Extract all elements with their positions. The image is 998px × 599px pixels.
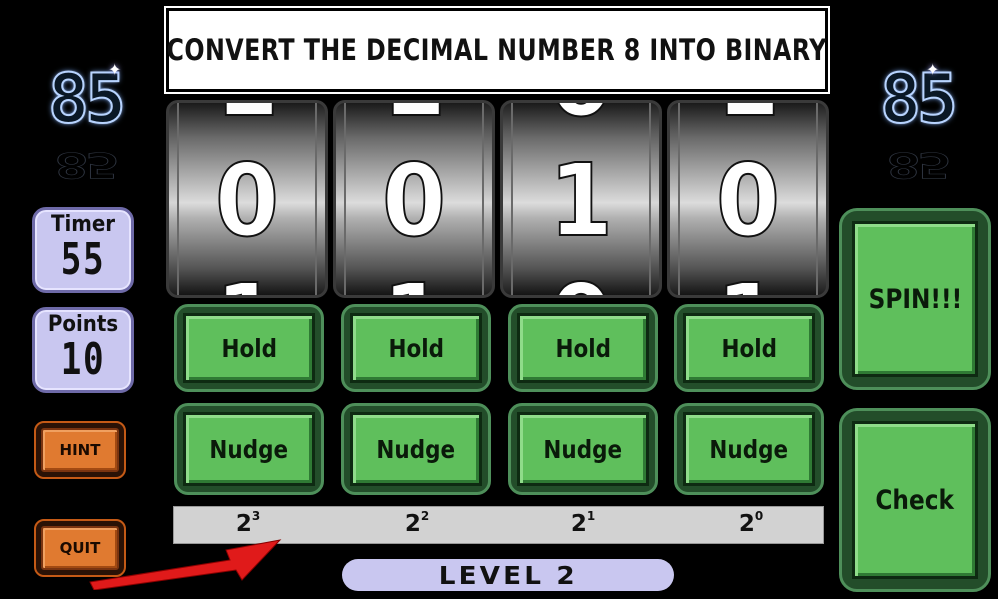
reel-digit-above: 0 [518, 103, 643, 132]
score-left-reflection: 85 [54, 144, 117, 186]
reel-2[interactable]: 1 0 1 [333, 100, 495, 298]
points-value: 10 [60, 334, 106, 385]
hint-label: HINT [41, 428, 119, 472]
reel-digit-above: 1 [184, 103, 309, 132]
check-button[interactable]: Check [839, 408, 991, 592]
reel-digit: 0 [715, 142, 781, 259]
reel-digit-below: 1 [685, 270, 810, 296]
score-display-left: 85 85 ✦ [30, 60, 140, 186]
score-right-reflection: 85 [886, 144, 949, 186]
hold-button-1[interactable]: Hold [174, 304, 324, 392]
hold-button-4[interactable]: Hold [674, 304, 824, 392]
nudge-button-4[interactable]: Nudge [674, 403, 824, 495]
timer-value: 55 [60, 234, 106, 285]
reel-digit-below: 1 [351, 270, 476, 296]
reel-digit-above: 1 [685, 103, 810, 132]
score-display-right: 85 85 ✦ [862, 60, 972, 186]
hold-label: Hold [388, 333, 444, 363]
nudge-button-2[interactable]: Nudge [341, 403, 491, 495]
reel-1[interactable]: 1 0 1 [166, 100, 328, 298]
place-value-4: 22 [404, 509, 430, 537]
sparkle-icon: ✦ [926, 60, 940, 79]
question-banner: CONVERT THE DECIMAL NUMBER 8 INTO BINARY [164, 6, 830, 94]
hold-label: Hold [721, 333, 777, 363]
reel-digit-below: 0 [518, 270, 643, 296]
points-box: Points 10 [32, 307, 134, 393]
nudge-button-1[interactable]: Nudge [174, 403, 324, 495]
reel-digit: 0 [214, 142, 280, 259]
nudge-label: Nudge [376, 434, 456, 464]
nudge-label: Nudge [209, 434, 289, 464]
check-label: Check [875, 484, 955, 516]
score-left-text: 85 [47, 60, 127, 139]
level-label: LEVEL 2 [438, 560, 578, 590]
pointer-arrow-icon [89, 539, 282, 590]
hold-button-2[interactable]: Hold [341, 304, 491, 392]
reel-digit: 0 [381, 142, 447, 259]
nudge-label: Nudge [709, 434, 789, 464]
reel-3[interactable]: 0 1 0 [500, 100, 662, 298]
place-value-2: 21 [570, 509, 596, 537]
hint-button[interactable]: HINT [34, 421, 126, 479]
timer-box: Timer 55 [32, 207, 134, 293]
reel-4[interactable]: 1 0 1 [667, 100, 829, 298]
hold-label: Hold [221, 333, 277, 363]
sparkle-icon: ✦ [108, 60, 122, 79]
reel-digit-below: 1 [184, 270, 309, 296]
nudge-label: Nudge [543, 434, 623, 464]
question-text: CONVERT THE DECIMAL NUMBER 8 INTO BINARY [166, 33, 828, 67]
reel-digit-above: 1 [351, 103, 476, 132]
level-indicator: LEVEL 2 [342, 559, 674, 591]
hold-button-3[interactable]: Hold [508, 304, 658, 392]
place-value-1: 20 [738, 509, 764, 537]
spin-button[interactable]: SPIN!!! [839, 208, 991, 390]
nudge-button-3[interactable]: Nudge [508, 403, 658, 495]
reel-digit: 1 [548, 142, 614, 259]
hold-label: Hold [555, 333, 611, 363]
score-right-text: 85 [879, 60, 959, 139]
spin-label: SPIN!!! [868, 283, 962, 315]
